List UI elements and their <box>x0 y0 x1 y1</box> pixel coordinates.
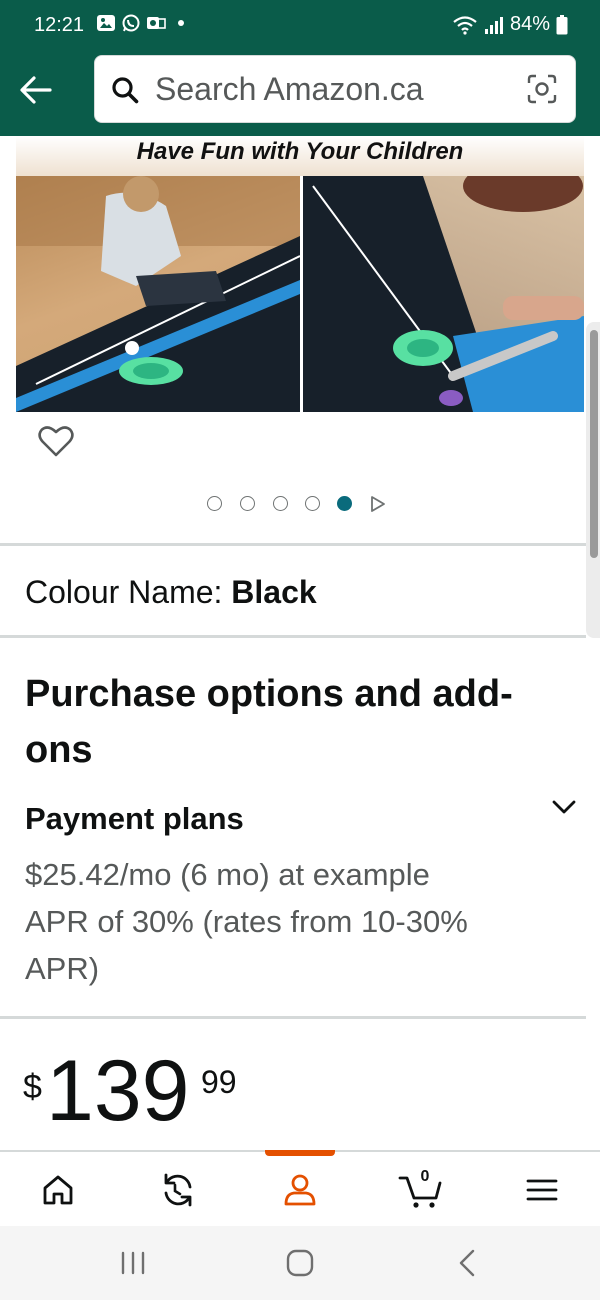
section-divider <box>0 543 586 546</box>
payment-plans-description: $25.42/mo (6 mo) at example APR of 30% (… <box>25 857 468 986</box>
outlook-icon <box>147 17 166 29</box>
price-fraction: 99 <box>201 1064 237 1100</box>
active-tab-indicator <box>265 1150 335 1156</box>
bottom-nav: 0 <box>0 1150 600 1226</box>
price-whole: 139 <box>46 1043 190 1139</box>
carousel-dot[interactable] <box>240 496 255 511</box>
carousel-dot[interactable] <box>273 496 288 511</box>
cart-count: 0 <box>420 1168 430 1185</box>
chevron-down-icon[interactable] <box>551 794 577 820</box>
search-input[interactable] <box>155 56 515 122</box>
camera-scan-icon[interactable] <box>527 74 557 104</box>
home-button-icon[interactable] <box>284 1248 316 1278</box>
back-arrow-icon[interactable] <box>18 72 54 108</box>
scrollbar-thumb[interactable] <box>590 330 598 558</box>
colour-label: Colour Name: <box>25 574 232 610</box>
wifi-icon <box>453 15 477 35</box>
search-header <box>0 52 600 136</box>
section-divider <box>0 635 586 638</box>
section-divider <box>0 1016 586 1019</box>
carousel-dots <box>0 492 600 516</box>
cart-button[interactable]: 0 <box>398 1168 442 1210</box>
colour-name-row: Colour Name: Black <box>25 574 317 611</box>
battery-icon <box>556 14 568 34</box>
product-image[interactable]: Have Fun with Your Children <box>16 136 584 412</box>
status-bar: 12:21 84% <box>0 0 600 52</box>
notification-dot-icon <box>178 20 184 26</box>
whatsapp-icon <box>122 14 140 32</box>
price-currency-symbol: $ <box>23 1068 42 1106</box>
account-icon[interactable] <box>280 1170 320 1210</box>
image-banner-text: Have Fun with Your Children <box>136 138 464 165</box>
back-button-icon[interactable] <box>452 1248 484 1278</box>
gallery-icon <box>97 15 115 31</box>
status-time: 12:21 <box>34 14 85 36</box>
colour-value: Black <box>231 574 317 610</box>
status-right: 84% <box>452 13 568 36</box>
home-icon[interactable] <box>38 1170 78 1210</box>
search-icon <box>112 77 139 104</box>
play-video-icon[interactable] <box>370 495 386 513</box>
carousel-dot[interactable] <box>305 496 320 511</box>
purchase-options-title: Purchase options and add-ons <box>25 673 513 771</box>
system-nav-bar <box>0 1226 600 1300</box>
battery-percent: 84% <box>509 13 550 35</box>
carousel-dot-active[interactable] <box>337 496 352 511</box>
search-box[interactable] <box>94 55 576 123</box>
menu-icon[interactable] <box>522 1170 562 1210</box>
payment-plans-title[interactable]: Payment plans <box>25 801 244 837</box>
notification-icons <box>96 14 191 32</box>
rufus-refresh-icon[interactable] <box>158 1170 198 1210</box>
carousel-dot[interactable] <box>207 496 222 511</box>
product-photo-left <box>16 176 301 412</box>
wishlist-heart-icon[interactable] <box>38 424 74 458</box>
signal-icon <box>484 16 503 34</box>
recent-apps-icon[interactable] <box>117 1248 149 1278</box>
product-photo-right <box>303 160 584 412</box>
